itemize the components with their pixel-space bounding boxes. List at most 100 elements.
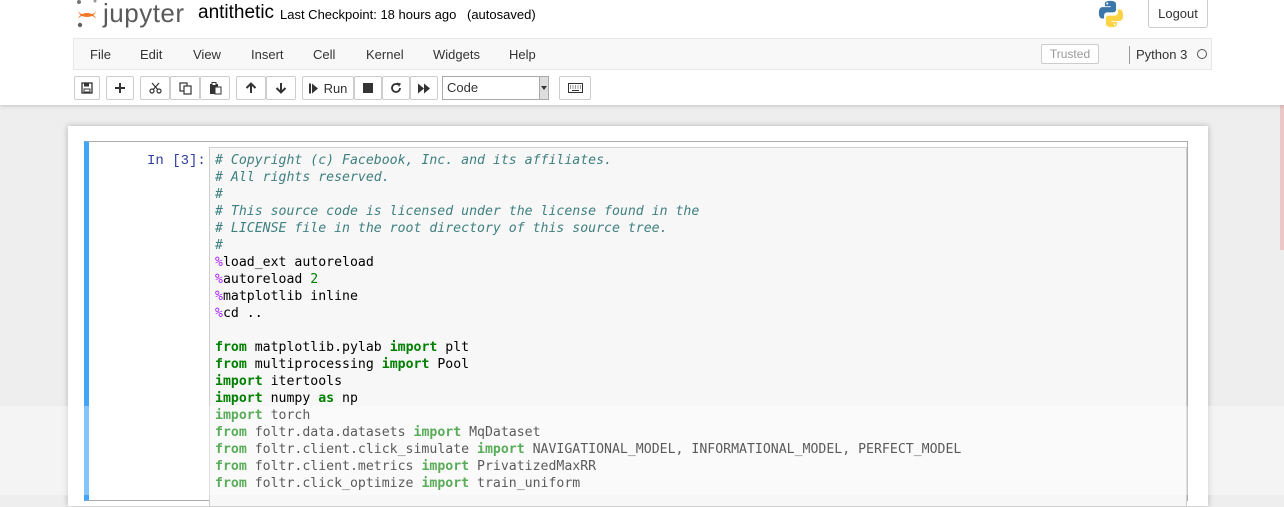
code-line: from foltr.client.click_simulate import … bbox=[215, 441, 961, 458]
code-line: # This source code is licensed under the… bbox=[215, 203, 961, 220]
arrow-down-icon bbox=[275, 83, 287, 94]
paste-button[interactable] bbox=[200, 76, 230, 100]
code-line: from foltr.data.datasets import MqDatase… bbox=[215, 424, 961, 441]
code-token: # All rights reserved. bbox=[215, 170, 390, 185]
code-token: autoreload bbox=[222, 272, 311, 287]
code-token: from bbox=[215, 357, 247, 372]
code-line: # bbox=[215, 186, 961, 203]
code-content[interactable]: # Copyright (c) Facebook, Inc. and its a… bbox=[215, 152, 961, 492]
restart-icon bbox=[391, 82, 401, 93]
jupyter-logo-icon bbox=[77, 0, 97, 28]
fast-forward-icon bbox=[417, 83, 430, 93]
code-token: # bbox=[215, 187, 223, 202]
code-line: import torch bbox=[215, 407, 961, 424]
code-token: Pool bbox=[429, 357, 470, 372]
code-line: from foltr.click_optimize import train_u… bbox=[215, 475, 961, 492]
code-token: matplotlib.pylab bbox=[246, 340, 390, 355]
code-token: import bbox=[381, 357, 430, 372]
menu-view[interactable]: View bbox=[193, 47, 221, 62]
code-token: np bbox=[334, 391, 358, 406]
code-token: from bbox=[215, 340, 247, 355]
code-token: % bbox=[215, 289, 223, 304]
interrupt-button[interactable] bbox=[354, 76, 382, 100]
run-button[interactable]: Run bbox=[302, 76, 354, 100]
code-line: # Copyright (c) Facebook, Inc. and its a… bbox=[215, 152, 961, 169]
menu-cell[interactable]: Cell bbox=[313, 47, 335, 62]
code-line: %matplotlib inline bbox=[215, 288, 961, 305]
plus-icon bbox=[115, 83, 125, 93]
code-token: as bbox=[318, 391, 335, 406]
code-line: from foltr.client.metrics import Privati… bbox=[215, 458, 961, 475]
command-palette-button[interactable] bbox=[559, 76, 591, 100]
code-line: ​ bbox=[215, 322, 961, 339]
notebook-header: jupyter antithetic Last Checkpoint: 18 h… bbox=[0, 0, 1284, 105]
trusted-indicator[interactable]: Trusted bbox=[1041, 44, 1099, 64]
code-token: NAVIGATIONAL_MODEL, INFORMATIONAL_MODEL,… bbox=[524, 442, 962, 457]
keyboard-icon bbox=[567, 83, 583, 93]
code-line: # LICENSE file in the root directory of … bbox=[215, 220, 961, 237]
code-token: from bbox=[215, 425, 247, 440]
code-token: % bbox=[215, 306, 223, 321]
insert-cell-button[interactable] bbox=[106, 76, 134, 100]
code-token: itertools bbox=[262, 374, 343, 389]
cell-type-select[interactable]: Code bbox=[442, 76, 549, 100]
arrow-up-icon bbox=[245, 82, 257, 93]
menu-edit[interactable]: Edit bbox=[140, 47, 162, 62]
move-down-button[interactable] bbox=[266, 76, 296, 100]
code-token: load_ext autoreload bbox=[222, 255, 374, 270]
kernel-name: Python 3 bbox=[1136, 47, 1188, 62]
code-token: import bbox=[421, 459, 470, 474]
code-token: import bbox=[421, 476, 470, 491]
code-line: %autoreload 2 bbox=[215, 271, 961, 288]
checkpoint-status: Last Checkpoint: 18 hours ago bbox=[280, 7, 457, 22]
menu-help[interactable]: Help bbox=[509, 47, 536, 62]
jupyter-logo[interactable]: jupyter bbox=[76, 0, 185, 30]
code-token: from bbox=[215, 442, 247, 457]
save-icon bbox=[81, 82, 93, 94]
kernel-separator bbox=[1129, 46, 1130, 64]
move-up-button[interactable] bbox=[236, 76, 266, 100]
input-prompt: In [3]: bbox=[147, 153, 206, 169]
restart-button[interactable] bbox=[382, 76, 410, 100]
code-token: import bbox=[215, 391, 263, 406]
code-line: %load_ext autoreload bbox=[215, 254, 961, 271]
copy-icon bbox=[178, 81, 192, 95]
code-token: % bbox=[215, 272, 223, 287]
save-button[interactable] bbox=[74, 76, 100, 100]
code-token: # LICENSE file in the root directory of … bbox=[215, 221, 668, 236]
chevron-down-icon bbox=[539, 77, 548, 99]
code-line: # All rights reserved. bbox=[215, 169, 961, 186]
code-token: 2 bbox=[310, 272, 319, 287]
code-token: foltr.client.metrics bbox=[246, 459, 422, 474]
cut-button[interactable] bbox=[140, 76, 170, 100]
menu-kernel[interactable]: Kernel bbox=[366, 47, 404, 62]
notebook-name[interactable]: antithetic bbox=[198, 2, 274, 24]
menu-file[interactable]: File bbox=[90, 47, 111, 62]
code-token: import bbox=[389, 340, 438, 355]
code-line: %cd .. bbox=[215, 305, 961, 322]
menu-insert[interactable]: Insert bbox=[251, 47, 284, 62]
code-token: import bbox=[215, 374, 263, 389]
paste-icon bbox=[209, 81, 221, 94]
code-line: import numpy as np bbox=[215, 390, 961, 407]
code-token: # This source code is licensed under the… bbox=[215, 204, 700, 219]
kernel-idle-icon bbox=[1197, 49, 1207, 59]
menu-widgets[interactable]: Widgets bbox=[433, 47, 480, 62]
restart-run-all-button[interactable] bbox=[410, 76, 438, 100]
stop-icon bbox=[363, 83, 373, 93]
code-token: numpy bbox=[262, 391, 319, 406]
logout-button[interactable]: Logout bbox=[1148, 0, 1208, 28]
code-token: import bbox=[215, 408, 263, 423]
code-token: PrivatizedMaxRR bbox=[469, 459, 597, 474]
code-token: train_uniform bbox=[469, 476, 581, 491]
code-token: multiprocessing bbox=[246, 357, 382, 372]
code-token: cd .. bbox=[222, 306, 263, 321]
code-token: foltr.click_optimize bbox=[246, 476, 422, 491]
code-token: import bbox=[477, 442, 525, 457]
copy-button[interactable] bbox=[170, 76, 200, 100]
code-token: % bbox=[215, 255, 223, 270]
code-line: from multiprocessing import Pool bbox=[215, 356, 961, 373]
step-forward-icon bbox=[308, 83, 318, 93]
code-token: MqDataset bbox=[461, 425, 541, 440]
code-line: import itertools bbox=[215, 373, 961, 390]
